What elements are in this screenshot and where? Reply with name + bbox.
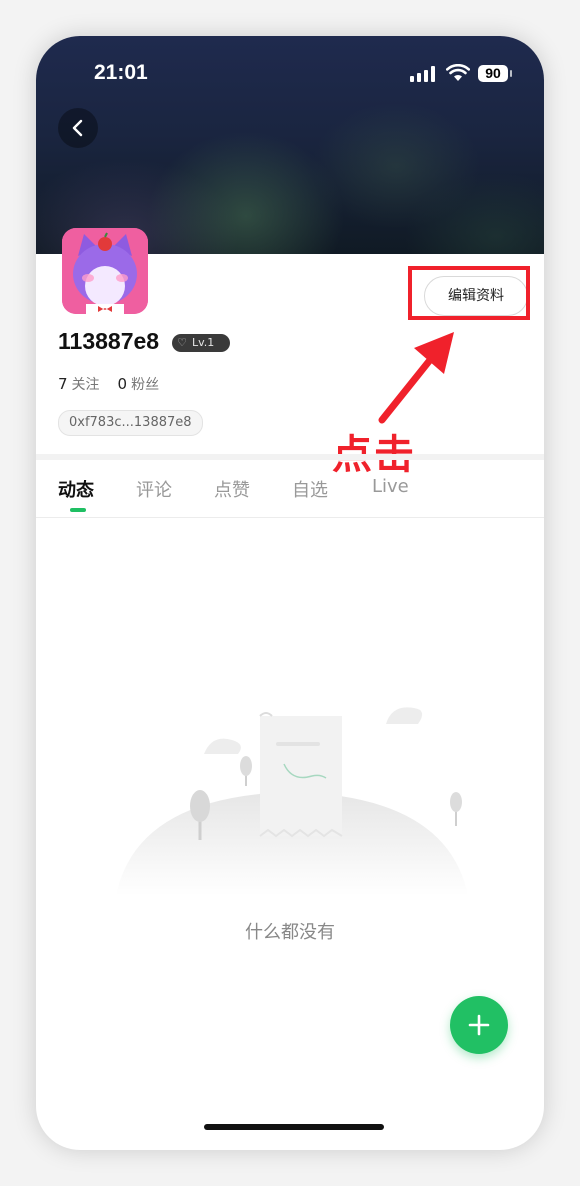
- username: 113887e8: [58, 328, 160, 354]
- plus-icon: [468, 1014, 490, 1036]
- profile-tabs: 动态 评论 点赞 自选 Live: [36, 476, 544, 516]
- level-label: Lv.1: [192, 336, 215, 349]
- tab-live[interactable]: Live: [372, 476, 409, 497]
- annotation-arrow-icon: [378, 332, 454, 424]
- cat-avatar-image: [62, 228, 148, 314]
- section-divider: [36, 454, 544, 460]
- status-time: 21:01: [94, 61, 148, 84]
- phone-screen: 21:01 90 编辑资料 点击 113887e8 ♡ Lv.1 7 关注 0 …: [36, 36, 544, 1150]
- annotation-click-label: 点击: [332, 432, 416, 478]
- empty-state-text: 什么都没有: [245, 922, 335, 943]
- followers-count[interactable]: 0: [118, 375, 128, 393]
- follow-stats: 7 关注 0 粉丝: [58, 374, 159, 394]
- following-count[interactable]: 7: [58, 375, 68, 393]
- wifi-icon: [446, 64, 470, 81]
- create-post-button[interactable]: [450, 996, 508, 1054]
- level-badge[interactable]: ♡ Lv.1: [172, 334, 230, 352]
- chevron-left-icon: [72, 119, 83, 137]
- tab-posts[interactable]: 动态: [58, 476, 94, 502]
- signal-icon: [410, 66, 435, 82]
- active-tab-indicator: [70, 508, 86, 512]
- tab-comments[interactable]: 评论: [136, 476, 172, 502]
- following-label[interactable]: 关注: [72, 377, 100, 393]
- followers-label[interactable]: 粉丝: [131, 377, 159, 393]
- level-heart-icon: ♡: [177, 336, 187, 349]
- back-button[interactable]: [58, 108, 98, 148]
- wallet-address-chip[interactable]: 0xf783c...13887e8: [58, 410, 203, 436]
- annotation-highlight-box: [408, 266, 530, 320]
- tabs-divider: [36, 517, 544, 518]
- tab-watchlist[interactable]: 自选: [292, 476, 328, 502]
- empty-state-illustration: [116, 707, 468, 896]
- home-indicator[interactable]: [204, 1124, 384, 1130]
- avatar[interactable]: [62, 228, 148, 314]
- battery-icon: 90: [478, 65, 508, 82]
- battery-nub: [510, 70, 512, 77]
- tab-likes[interactable]: 点赞: [214, 476, 250, 502]
